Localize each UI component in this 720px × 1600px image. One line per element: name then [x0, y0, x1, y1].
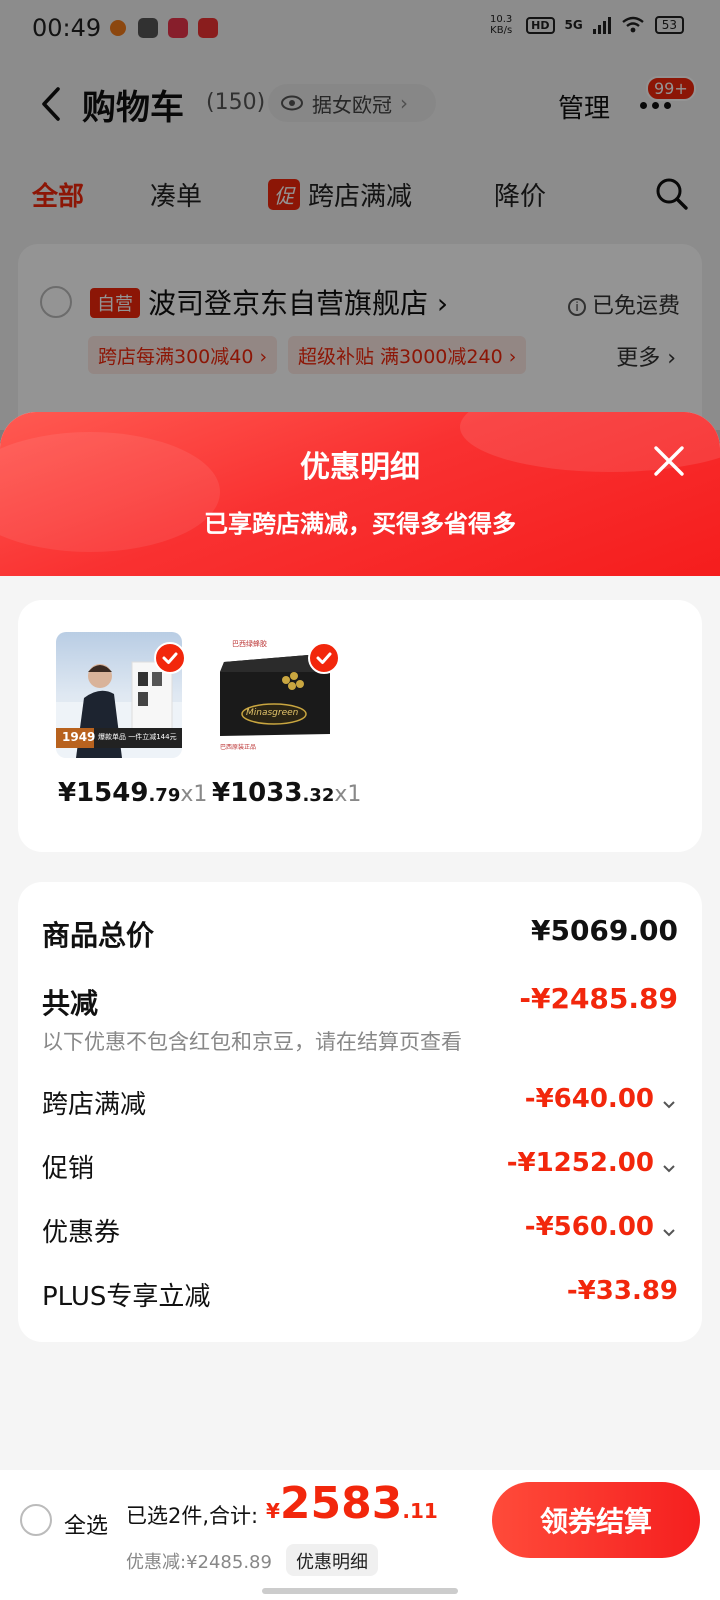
selected-count-label: 已选2件,合计: [126, 1504, 259, 1528]
cross-store-discount-value[interactable]: -¥640.00 [525, 1084, 654, 1114]
checkout-button[interactable]: 领券结算 [492, 1482, 700, 1558]
price-decimal: .79 [148, 785, 181, 806]
close-icon[interactable] [652, 444, 686, 478]
discount-detail-button[interactable]: 优惠明细 [286, 1544, 378, 1576]
selected-items-card: 1949 爆款单品 一件立减144元 ¥1549.79x1 巴西绿蜂胶 Mina… [18, 600, 702, 852]
coupon-label: 优惠券 [42, 1218, 121, 1248]
total-decimal: .11 [402, 1499, 438, 1523]
discount-detail-sheet: 优惠明细 已享跨店满减，买得多省得多 1949 爆款单品 一件立减144元 ¥1… [0, 412, 720, 1600]
promotion-value[interactable]: -¥1252.00 [507, 1148, 654, 1178]
modal-overlay[interactable] [0, 0, 720, 430]
select-all-radio[interactable] [20, 1504, 52, 1536]
plus-discount-label: PLUS专享立减 [42, 1282, 211, 1312]
product-brand: Minasgreen [246, 708, 299, 718]
total-amount: ¥2583.11 [266, 1478, 438, 1529]
sheet-header: 优惠明细 已享跨店满减，买得多省得多 [0, 412, 720, 576]
total-reduce-label: 共减 [42, 987, 99, 1020]
plus-discount-value: -¥33.89 [566, 1276, 678, 1306]
product-banner-caption: 爆款单品 一件立减144元 [98, 733, 177, 741]
price-integer: ¥1549 [58, 778, 149, 808]
currency-symbol: ¥ [266, 1499, 280, 1523]
discount-amount: 优惠减:¥2485.89 [126, 1552, 272, 1573]
checkout-bar: 全选 已选2件,合计: ¥2583.11 优惠减:¥2485.89 优惠明细 领… [0, 1470, 720, 1600]
sheet-title: 优惠明细 [300, 450, 420, 485]
product-checked-icon[interactable] [308, 642, 340, 674]
price-decimal: .32 [302, 785, 335, 806]
total-integer: 2583 [279, 1478, 403, 1529]
total-price-value: ¥5069.00 [530, 914, 678, 947]
product-box-caption: 巴西原装正品 [220, 744, 257, 751]
total-price-label: 商品总价 [42, 919, 155, 952]
product-price: ¥1033.32x1 [212, 778, 361, 808]
svg-text:巴西绿蜂胶: 巴西绿蜂胶 [232, 639, 267, 648]
promotion-label: 促销 [42, 1154, 95, 1184]
cross-store-discount-label: 跨店满减 [42, 1090, 147, 1120]
price-integer: ¥1033 [212, 778, 303, 808]
chevron-down-icon[interactable] [662, 1164, 676, 1174]
home-indicator [262, 1588, 458, 1594]
product-banner-number: 1949 [62, 730, 96, 744]
price-summary-card: 商品总价 ¥5069.00 共减 -¥2485.89 以下优惠不包含红包和京豆，… [18, 882, 702, 1342]
coupon-value[interactable]: -¥560.00 [525, 1212, 654, 1242]
product-quantity: x1 [180, 782, 208, 807]
sheet-subtitle: 已享跨店满减，买得多省得多 [204, 510, 516, 538]
chevron-down-icon[interactable] [662, 1100, 676, 1110]
reduce-note: 以下优惠不包含红包和京豆，请在结算页查看 [42, 1030, 462, 1054]
total-reduce-value: -¥2485.89 [519, 982, 678, 1015]
product-price: ¥1549.79x1 [58, 778, 207, 808]
select-all-label[interactable]: 全选 [64, 1508, 108, 1540]
product-quantity: x1 [334, 782, 362, 807]
chevron-down-icon[interactable] [662, 1228, 676, 1238]
product-checked-icon[interactable] [154, 642, 186, 674]
